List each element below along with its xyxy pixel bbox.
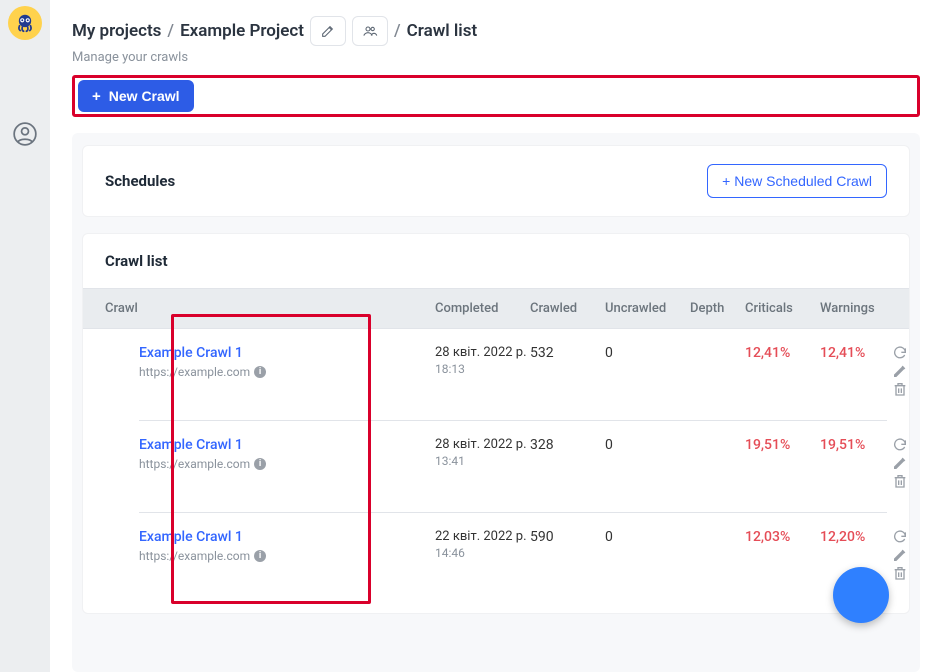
info-icon[interactable]: i <box>254 366 266 378</box>
crawl-url: https://example.com i <box>139 549 435 563</box>
table-row: Example Crawl 1 https://example.com i 28… <box>83 329 909 421</box>
trash-icon[interactable] <box>892 565 908 581</box>
new-scheduled-label: New Scheduled Crawl <box>734 173 872 189</box>
user-menu-icon[interactable] <box>10 119 40 149</box>
refresh-icon[interactable] <box>892 437 908 453</box>
sidebar <box>0 0 50 672</box>
col-crawled: Crawled <box>530 301 605 316</box>
info-icon[interactable]: i <box>254 458 266 470</box>
crawled-count: 328 <box>530 437 605 453</box>
breadcrumb-project[interactable]: Example Project <box>180 21 304 41</box>
app-logo[interactable] <box>8 6 42 40</box>
col-uncrawled: Uncrawled <box>605 301 690 316</box>
col-crawl: Crawl <box>105 301 435 316</box>
completed-time: 18:13 <box>435 362 530 376</box>
plus-icon: + <box>92 89 101 104</box>
col-criticals: Criticals <box>745 301 820 316</box>
breadcrumb-current: Crawl list <box>407 21 478 41</box>
info-icon[interactable]: i <box>254 550 266 562</box>
criticals-pct: 12,03% <box>745 529 820 545</box>
pencil-icon[interactable] <box>892 455 908 471</box>
criticals-pct: 19,51% <box>745 437 820 453</box>
edit-project-button[interactable] <box>310 16 346 46</box>
table-header: Crawl Completed Crawled Uncrawled Depth … <box>83 288 909 329</box>
warnings-pct: 12,41% <box>820 345 885 361</box>
crawl-name-link[interactable]: Example Crawl 1 <box>139 345 435 361</box>
new-crawl-highlight: + New Crawl <box>72 75 920 117</box>
completed-time: 14:46 <box>435 546 530 560</box>
crawl-url: https://example.com i <box>139 365 435 379</box>
crawl-name-link[interactable]: Example Crawl 1 <box>139 437 435 453</box>
refresh-icon[interactable] <box>892 529 908 545</box>
content-area: Schedules + New Scheduled Crawl Crawl li… <box>72 133 920 672</box>
warnings-pct: 19,51% <box>820 437 885 453</box>
pencil-icon[interactable] <box>892 363 908 379</box>
floating-action-button[interactable] <box>833 567 889 623</box>
uncrawled-count: 0 <box>605 437 690 453</box>
schedules-title: Schedules <box>105 172 175 190</box>
uncrawled-count: 0 <box>605 345 690 361</box>
new-crawl-button[interactable]: + New Crawl <box>78 80 194 112</box>
breadcrumb-sep: / <box>167 21 174 41</box>
schedules-card: Schedules + New Scheduled Crawl <box>82 145 910 217</box>
plus-icon: + <box>722 173 730 189</box>
breadcrumb: My projects / Example Project / Crawl li… <box>72 16 920 46</box>
breadcrumb-sep: / <box>394 21 401 41</box>
crawled-count: 532 <box>530 345 605 361</box>
table-row: Example Crawl 1 https://example.com i 22… <box>83 513 909 605</box>
crawl-name-link[interactable]: Example Crawl 1 <box>139 529 435 545</box>
crawl-list-title: Crawl list <box>83 234 909 288</box>
warnings-pct: 12,20% <box>820 529 885 545</box>
table-row: Example Crawl 1 https://example.com i 28… <box>83 421 909 513</box>
new-scheduled-crawl-button[interactable]: + New Scheduled Crawl <box>707 164 887 198</box>
completed-date: 28 квіт. 2022 р. <box>435 437 530 452</box>
col-completed: Completed <box>435 301 530 316</box>
col-depth: Depth <box>690 301 745 316</box>
refresh-icon[interactable] <box>892 345 908 361</box>
new-crawl-label: New Crawl <box>109 88 180 104</box>
breadcrumb-root[interactable]: My projects <box>72 21 161 41</box>
project-users-button[interactable] <box>352 16 388 46</box>
completed-date: 28 квіт. 2022 р. <box>435 345 530 360</box>
crawl-url: https://example.com i <box>139 457 435 471</box>
trash-icon[interactable] <box>892 473 908 489</box>
criticals-pct: 12,41% <box>745 345 820 361</box>
page-subtitle: Manage your crawls <box>72 50 920 65</box>
completed-time: 13:41 <box>435 454 530 468</box>
col-warnings: Warnings <box>820 301 885 316</box>
crawled-count: 590 <box>530 529 605 545</box>
uncrawled-count: 0 <box>605 529 690 545</box>
completed-date: 22 квіт. 2022 р. <box>435 529 530 544</box>
crawl-list-card: Crawl list Crawl Completed Crawled Uncra… <box>82 233 910 614</box>
trash-icon[interactable] <box>892 381 908 397</box>
pencil-icon[interactable] <box>892 547 908 563</box>
